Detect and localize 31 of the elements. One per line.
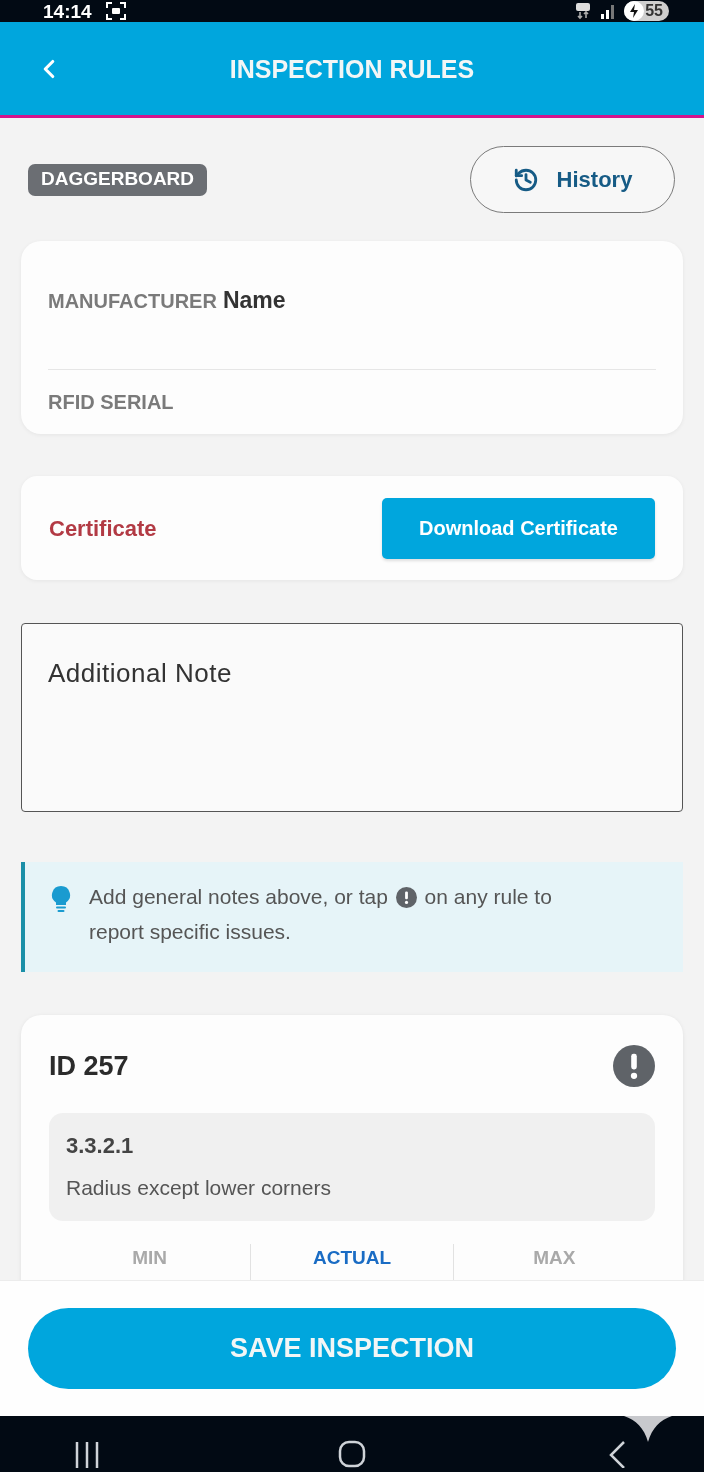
- detail-label: RFID SERIAL: [48, 390, 174, 415]
- column-label: ACTUAL: [312, 1246, 392, 1270]
- screenshot-icon: [105, 2, 126, 20]
- home-icon: [338, 1440, 366, 1468]
- download-certificate-button[interactable]: Download Certificate: [382, 497, 655, 559]
- save-inspection-button[interactable]: SAVE INSPECTION: [28, 1308, 676, 1389]
- battery-level: 55: [645, 3, 663, 19]
- category-badge: DAGGERBOARD: [28, 163, 208, 196]
- triangle-icon: [624, 1416, 672, 1442]
- charging-icon: [624, 1, 645, 21]
- column-label: MIN: [132, 1246, 168, 1270]
- detail-value: Name: [222, 286, 286, 315]
- note-field[interactable]: Additional Note: [21, 623, 683, 812]
- alert-icon: [613, 1045, 655, 1087]
- rule-description: Radius except lower corners: [66, 1175, 332, 1201]
- alert-icon: [395, 887, 417, 908]
- hint-text: Add general notes above, or tap on any rule to report specific issues.: [89, 884, 553, 945]
- lightbulb-icon: [51, 885, 71, 913]
- page-title: INSPECTION RULES: [228, 53, 476, 84]
- rule-code: 3.3.2.1: [66, 1132, 135, 1160]
- rule-id: ID 257: [49, 1050, 129, 1082]
- history-button[interactable]: History: [470, 146, 675, 213]
- data-transfer-icon: [574, 2, 593, 20]
- detail-label: MANUFACTURER: [48, 289, 217, 314]
- recent-apps-icon: [74, 1440, 101, 1468]
- signal-icon: [600, 3, 617, 19]
- certificate-label: Certificate: [49, 514, 157, 543]
- report-issue-button[interactable]: [613, 1045, 655, 1087]
- history-icon: [512, 166, 539, 193]
- column-label: MAX: [533, 1246, 576, 1270]
- status-time: 14:14: [43, 1, 92, 21]
